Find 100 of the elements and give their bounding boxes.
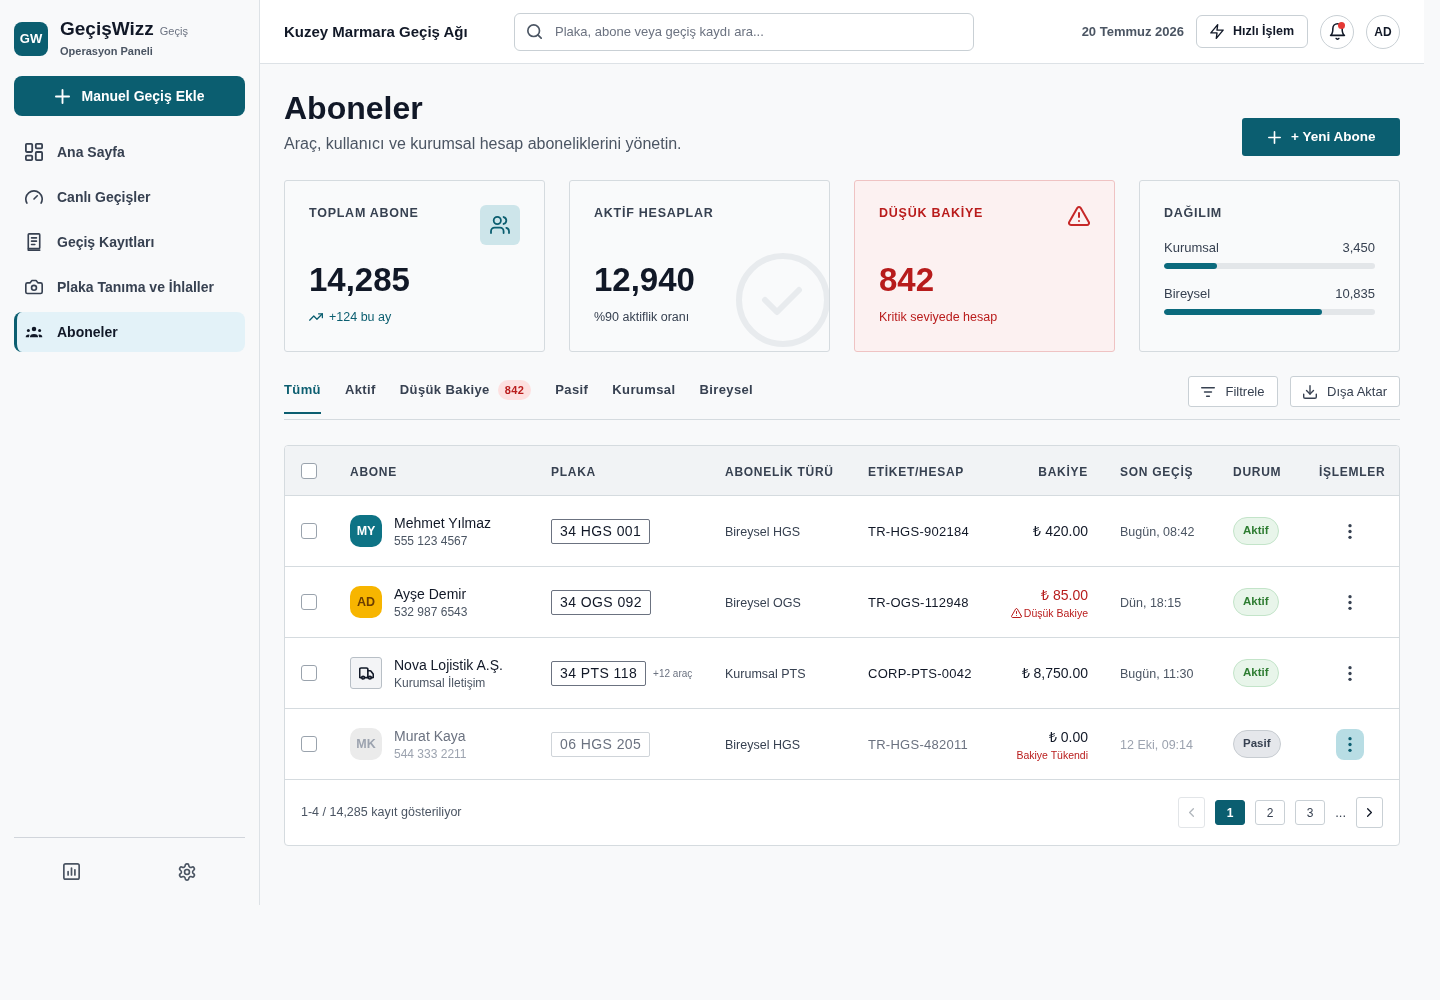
- initials-avatar: AD: [350, 586, 382, 618]
- stat-value: 842: [879, 260, 935, 300]
- stat-note: +124 bu ay: [329, 309, 392, 326]
- subscriber-name: Ayşe Demir: [394, 584, 468, 604]
- distribution-value: 3,450: [1342, 240, 1375, 256]
- balance-amount: ₺ 420.00: [1033, 522, 1088, 540]
- lightning-icon: [1209, 24, 1224, 39]
- page-title: Aboneler: [284, 89, 424, 128]
- nav-item[interactable]: Geçiş Kayıtları: [14, 222, 245, 262]
- tag-account: TR-HGS-902184: [868, 524, 969, 539]
- bar-chart-icon[interactable]: [63, 863, 81, 880]
- distribution-label: Kurumsal: [1164, 240, 1219, 256]
- subscriber-contact: 544 333 2211: [394, 745, 467, 762]
- column-header: BAKİYE: [1038, 464, 1088, 479]
- settings-icon[interactable]: [178, 862, 197, 881]
- column-header: SON GEÇİŞ: [1120, 464, 1194, 479]
- search-icon: [527, 23, 542, 39]
- tag-account: TR-OGS-112948: [868, 595, 969, 610]
- bell-icon: [1328, 23, 1346, 40]
- add-pass-button[interactable]: Manuel Geçiş Ekle: [14, 76, 245, 116]
- initials-avatar: MK: [350, 728, 382, 760]
- nav-item[interactable]: Ana Sayfa: [14, 132, 245, 172]
- export-button[interactable]: Dışa Aktar: [1290, 376, 1400, 407]
- nav-item[interactable]: Canlı Geçişler: [14, 177, 245, 217]
- page-button[interactable]: 3: [1295, 800, 1326, 825]
- chevron-right-icon: [1367, 808, 1372, 817]
- filter-tab[interactable]: Bireysel: [699, 372, 754, 414]
- filter-tab[interactable]: Düşük Bakiye 842: [399, 372, 532, 414]
- checkbox[interactable]: [301, 594, 317, 610]
- user-avatar[interactable]: AD: [1366, 14, 1400, 49]
- checkbox[interactable]: [301, 523, 317, 539]
- nav-item[interactable]: Plaka Tanıma ve İhlaller: [14, 267, 245, 307]
- extra-vehicles: +12 araç: [653, 666, 693, 681]
- quick-action-button[interactable]: Hızlı İşlem: [1196, 15, 1308, 48]
- users-icon: [480, 205, 520, 245]
- balance-note: Bakiye Tükendi: [1016, 748, 1088, 761]
- balance-amount: ₺ 0.00: [1048, 727, 1088, 746]
- status-badge: Aktif: [1233, 659, 1279, 687]
- trend-up-icon: [309, 313, 323, 321]
- stat-label: TOPLAM ABONE: [309, 205, 419, 221]
- search-field[interactable]: Plaka, abone veya geçiş kaydı ara...: [514, 12, 974, 51]
- app-subtitle: Operasyon Paneli: [60, 44, 154, 59]
- license-plate: 34 OGS 092: [551, 589, 652, 615]
- dashboard-icon: [25, 143, 43, 161]
- warning-icon: [1068, 206, 1090, 226]
- truck-icon: [350, 657, 382, 689]
- vertical-dots-icon: [1348, 523, 1352, 539]
- notifications-button[interactable]: [1320, 14, 1354, 49]
- balance-amount: ₺ 8,750.00: [1021, 664, 1088, 682]
- stat-label: DÜŞÜK BAKİYE: [879, 205, 984, 221]
- distribution-value: 10,835: [1335, 286, 1375, 302]
- checkbox[interactable]: [301, 462, 317, 479]
- status-badge: Aktif: [1233, 517, 1279, 545]
- subscriber-name: Mehmet Yılmaz: [394, 513, 491, 533]
- balance-amount: ₺ 85.00: [1041, 585, 1088, 604]
- current-date: 20 Temmuz 2026: [1081, 22, 1184, 41]
- app-name: GeçişWizz: [60, 18, 154, 40]
- plus-icon: [1268, 130, 1281, 144]
- vertical-dots-icon: [1348, 594, 1352, 610]
- nav-item[interactable]: Aboneler: [14, 312, 245, 352]
- logo-badge: GW: [14, 22, 48, 56]
- subscriber-name: Murat Kaya: [394, 726, 467, 746]
- column-header: PLAKA: [551, 464, 596, 479]
- page-button[interactable]: 2: [1255, 800, 1286, 825]
- download-icon: [1303, 384, 1317, 399]
- column-header: ETİKET/HESAP: [868, 464, 964, 479]
- app-tagline: Geçiş: [159, 24, 188, 39]
- filter-tab[interactable]: Pasif: [555, 372, 589, 414]
- balance-note: Düşük Bakiye: [1023, 606, 1088, 619]
- vertical-dots-icon: [1348, 665, 1352, 681]
- subscription-type: Bireysel HGS: [725, 525, 801, 539]
- column-header: İŞLEMLER: [1319, 464, 1386, 479]
- filter-button[interactable]: Filtrele: [1188, 376, 1278, 407]
- stat-value: 14,285: [309, 260, 410, 300]
- distribution-label: Bireysel: [1164, 286, 1211, 302]
- subscriber-contact: 555 123 4567: [394, 532, 469, 549]
- filter-tab[interactable]: Aktif: [344, 372, 376, 414]
- records-summary: 1-4 / 14,285 kayıt gösteriliyor: [301, 804, 462, 822]
- checkbox[interactable]: [301, 736, 317, 752]
- subscriber-contact: 532 987 6543: [394, 603, 468, 620]
- status-badge: Aktif: [1233, 588, 1279, 616]
- filter-tab[interactable]: Kurumsal: [612, 372, 676, 414]
- checkbox[interactable]: [301, 665, 317, 681]
- more-actions-button[interactable]: [1336, 728, 1364, 760]
- filter-icon: [1201, 386, 1216, 397]
- column-header: ABONE: [350, 464, 397, 479]
- stat-note: Kritik seviyede hesap: [879, 309, 998, 326]
- filter-tab[interactable]: Tümü: [284, 372, 321, 414]
- warning-icon: [1010, 607, 1022, 618]
- page-button[interactable]: 1: [1215, 800, 1246, 825]
- pagination-ellipsis: ...: [1335, 803, 1346, 822]
- column-header: ABONELİK TÜRÜ: [725, 464, 834, 479]
- column-header: DURUM: [1233, 464, 1282, 479]
- stat-label: AKTİF HESAPLAR: [594, 205, 714, 221]
- new-subscriber-button[interactable]: + Yeni Abone: [1242, 118, 1400, 156]
- last-pass-time: Bugün, 11:30: [1120, 667, 1194, 681]
- gauge-icon: [25, 188, 43, 206]
- stat-value: 12,940: [594, 260, 695, 300]
- status-badge: Pasif: [1233, 730, 1281, 758]
- tag-account: CORP-PTS-0042: [868, 666, 972, 681]
